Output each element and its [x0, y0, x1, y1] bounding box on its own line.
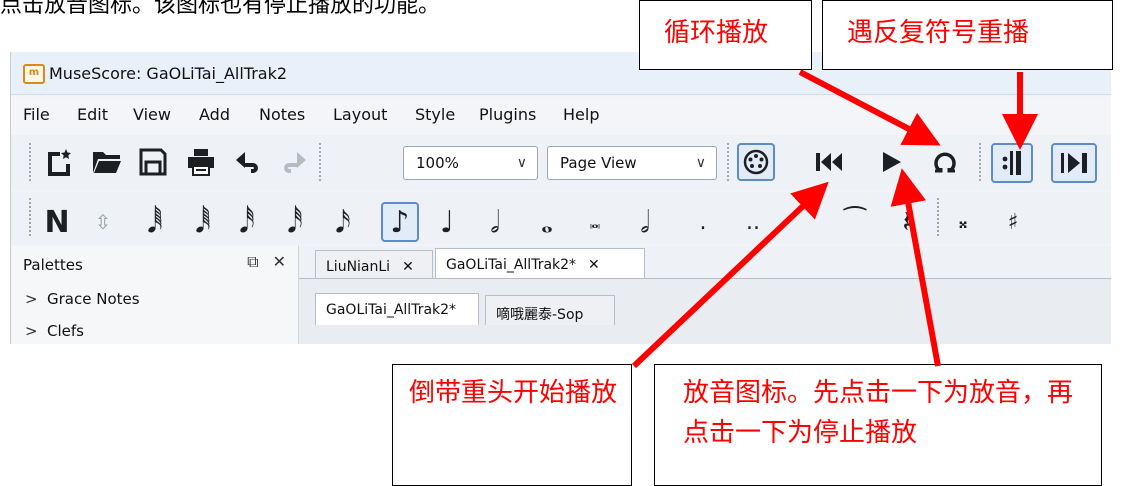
arrow-rewind — [631, 181, 829, 369]
arrow-play — [890, 168, 941, 367]
arrow-loop — [798, 69, 941, 146]
annotation-arrows — [631, 69, 1038, 369]
